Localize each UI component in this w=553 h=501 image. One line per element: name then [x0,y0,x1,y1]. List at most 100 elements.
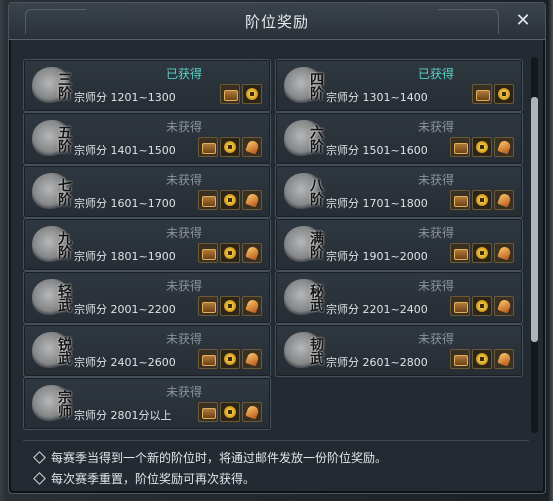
rank-badge-label: 九阶 [56,231,72,259]
obtain-status: 未获得 [417,332,454,346]
reward-coin-icon[interactable] [220,137,240,157]
reward-items [450,137,514,159]
reward-chest-icon[interactable] [450,243,470,263]
rank-card: 九阶 未获得宗师分 1801~1900 [23,218,271,271]
reward-items [198,243,262,265]
reward-items [198,296,262,318]
reward-coin-icon[interactable] [494,84,514,104]
reward-bell-icon[interactable] [242,296,262,316]
rank-card: 五阶 未获得 宗师分 1401~1500 [23,112,271,165]
rank-card: 八阶 未获得 宗师分 1701~1800 [275,165,523,218]
rank-badge-label: 三阶 [56,72,72,100]
reward-coin-icon[interactable] [220,349,240,369]
reward-chest-icon[interactable] [198,349,218,369]
reward-chest-icon[interactable] [198,402,218,422]
reward-coin-icon[interactable] [242,84,262,104]
reward-chest-icon[interactable] [198,190,218,210]
rank-badge-icon: 秘武 [282,276,324,318]
dialog-title: 阶位奖励 [244,13,309,31]
reward-bell-icon[interactable] [494,137,514,157]
obtain-status: 未获得 [165,226,202,240]
diamond-bullet-icon [33,451,46,464]
reward-coin-icon[interactable] [472,296,492,316]
reward-bell-icon[interactable] [494,243,514,263]
rank-card: 三阶 已获得 宗师分 1201~1300 [23,59,271,112]
obtain-status: 未获得 [417,173,454,187]
reward-coin-icon[interactable] [472,349,492,369]
dialog-header: 阶位奖励 ✕ [9,3,545,40]
rank-card: 秘武 未获得 宗师分 2201~2400 [275,271,523,324]
scrollbar-thumb[interactable] [531,97,538,342]
reward-items [198,190,262,212]
obtain-status: 未获得 [417,226,454,240]
obtain-status: 已获得 [165,67,202,81]
obtain-status: 未获得 [165,279,202,293]
reward-chest-icon[interactable] [220,84,240,104]
score-range: 宗师分 1501~1600 [326,144,428,157]
close-icon[interactable]: ✕ [513,11,533,31]
note-text: 每次赛季重置，阶位奖励可再次获得。 [51,472,256,486]
reward-items [198,137,262,159]
score-range: 宗师分 2401~2600 [74,356,176,369]
rank-badge-label: 秘武 [308,284,324,312]
reward-chest-icon[interactable] [450,190,470,210]
reward-coin-icon[interactable] [472,190,492,210]
reward-chest-icon[interactable] [198,243,218,263]
reward-chest-icon[interactable] [450,137,470,157]
reward-coin-icon[interactable] [220,402,240,422]
rank-badge-icon: 韧武 [282,329,324,371]
rank-card: 宗师 未获得 宗师分 2801分以上 [23,377,271,430]
scrollbar[interactable] [531,57,538,433]
note-item: 每赛季当得到一个新的阶位时，将通过邮件发放一份阶位奖励。 [33,449,525,470]
reward-coin-icon[interactable] [220,190,240,210]
obtain-status: 未获得 [417,120,454,134]
score-range: 宗师分 1801~1900 [74,250,176,263]
score-range: 宗师分 2601~2800 [326,356,428,369]
rank-badge-label: 五阶 [56,125,72,153]
score-range: 宗师分 1901~2000 [326,250,428,263]
obtain-status: 已获得 [417,67,454,81]
reward-items [450,190,514,212]
rank-badge-icon: 轻武 [30,276,72,318]
reward-bell-icon[interactable] [494,296,514,316]
rank-badge-label: 六阶 [308,125,324,153]
obtain-status: 未获得 [165,173,202,187]
rank-badge-icon: 满阶 [282,223,324,265]
obtain-status: 未获得 [165,332,202,346]
rank-badge-icon: 宗师 [30,382,72,424]
rank-badge-icon: 五阶 [30,117,72,159]
rank-badge-label: 轻武 [56,284,72,312]
reward-bell-icon[interactable] [242,243,262,263]
reward-coin-icon[interactable] [220,243,240,263]
reward-coin-icon[interactable] [220,296,240,316]
rank-badge-label: 满阶 [308,231,324,259]
reward-chest-icon[interactable] [198,296,218,316]
reward-items [472,84,514,106]
reward-bell-icon[interactable] [494,190,514,210]
reward-bell-icon[interactable] [242,190,262,210]
reward-chest-icon[interactable] [472,84,492,104]
notes: 每赛季当得到一个新的阶位时，将通过邮件发放一份阶位奖励。 每次赛季重置，阶位奖励… [33,449,525,491]
reward-items [198,349,262,371]
reward-chest-icon[interactable] [450,349,470,369]
reward-chest-icon[interactable] [198,137,218,157]
reward-bell-icon[interactable] [242,137,262,157]
rank-card: 七阶 未获得 宗师分 1601~1700 [23,165,271,218]
rank-badge-label: 锐武 [56,337,72,365]
score-range: 宗师分 2001~2200 [74,303,176,316]
reward-bell-icon[interactable] [242,402,262,422]
rank-card: 四阶 已获得 宗师分 1301~1400 [275,59,523,112]
reward-items [450,296,514,318]
reward-coin-icon[interactable] [472,137,492,157]
divider [23,440,529,441]
rank-card: 六阶 未获得宗师分 1501~1600 [275,112,523,165]
reward-chest-icon[interactable] [450,296,470,316]
reward-bell-icon[interactable] [242,349,262,369]
reward-coin-icon[interactable] [472,243,492,263]
rank-badge-icon: 九阶 [30,223,72,265]
obtain-status: 未获得 [165,120,202,134]
rank-badge-icon: 三阶 [30,64,72,106]
reward-bell-icon[interactable] [494,349,514,369]
rank-badge-label: 韧武 [308,337,324,365]
rank-card: 韧武 未获得宗师分 2601~2800 [275,324,523,377]
